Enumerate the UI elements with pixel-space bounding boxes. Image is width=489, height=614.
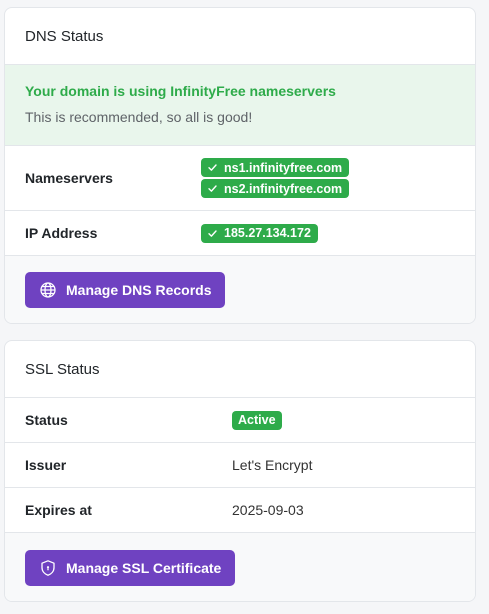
manage-dns-records-label: Manage DNS Records: [66, 282, 212, 298]
ssl-expires-label: Expires at: [25, 502, 92, 518]
dns-card-footer: Manage DNS Records: [5, 256, 475, 323]
ip-address-row: IP Address 185.27.134.172: [5, 211, 475, 256]
dns-success-alert: Your domain is using InfinityFree namese…: [5, 65, 475, 146]
ssl-issuer-label: Issuer: [25, 457, 67, 473]
ssl-issuer-value: Let's Encrypt: [232, 457, 313, 473]
ssl-status-card: SSL Status Status Active Issuer Let's En…: [4, 340, 476, 602]
check-icon: [207, 228, 218, 239]
manage-ssl-certificate-label: Manage SSL Certificate: [66, 560, 222, 576]
nameserver-badge: ns2.infinityfree.com: [201, 179, 350, 198]
nameservers-list: ns1.infinityfree.com ns2.infinityfree.co…: [201, 158, 350, 198]
ip-address-text: 185.27.134.172: [224, 226, 311, 240]
alert-title: Your domain is using InfinityFree namese…: [25, 83, 336, 99]
globe-icon: [39, 281, 57, 299]
ssl-expires-value: 2025-09-03: [232, 502, 304, 518]
ssl-card-footer: Manage SSL Certificate: [5, 533, 475, 601]
dns-status-title: DNS Status: [5, 8, 475, 65]
ssl-expires-row: Expires at 2025-09-03: [5, 488, 475, 533]
shield-icon: [39, 559, 57, 577]
ssl-status-row: Status Active: [5, 398, 475, 443]
ip-address-label: IP Address: [25, 225, 98, 241]
nameserver-text: ns2.infinityfree.com: [224, 181, 343, 196]
ssl-issuer-row: Issuer Let's Encrypt: [5, 443, 475, 488]
manage-ssl-certificate-button[interactable]: Manage SSL Certificate: [25, 550, 236, 586]
dns-status-card: DNS Status Your domain is using Infinity…: [4, 7, 476, 324]
nameservers-label: Nameservers: [25, 170, 113, 186]
ssl-active-badge: Active: [232, 410, 282, 430]
ip-address-badge: 185.27.134.172: [201, 223, 318, 243]
check-icon: [207, 183, 218, 194]
ssl-status-title: SSL Status: [5, 341, 475, 398]
alert-text: This is recommended, so all is good!: [25, 109, 253, 125]
check-icon: [207, 162, 218, 173]
nameserver-badge: ns1.infinityfree.com: [201, 158, 350, 177]
manage-dns-records-button[interactable]: Manage DNS Records: [25, 272, 226, 308]
ssl-status-label: Status: [25, 412, 68, 428]
nameservers-row: Nameservers ns1.infinityfree.com ns2.inf…: [5, 146, 475, 211]
nameserver-text: ns1.infinityfree.com: [224, 160, 343, 175]
